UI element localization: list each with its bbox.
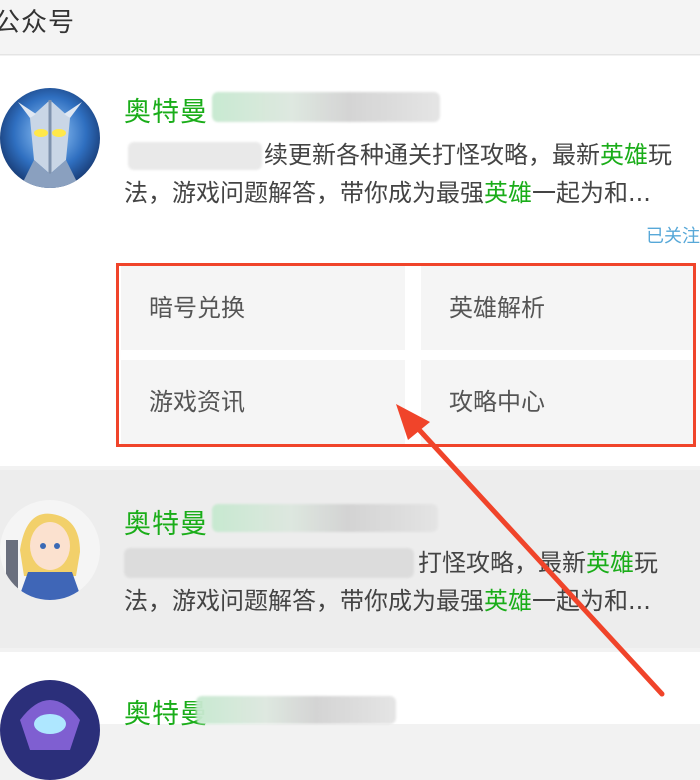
- annotation-arrow: [396, 404, 665, 697]
